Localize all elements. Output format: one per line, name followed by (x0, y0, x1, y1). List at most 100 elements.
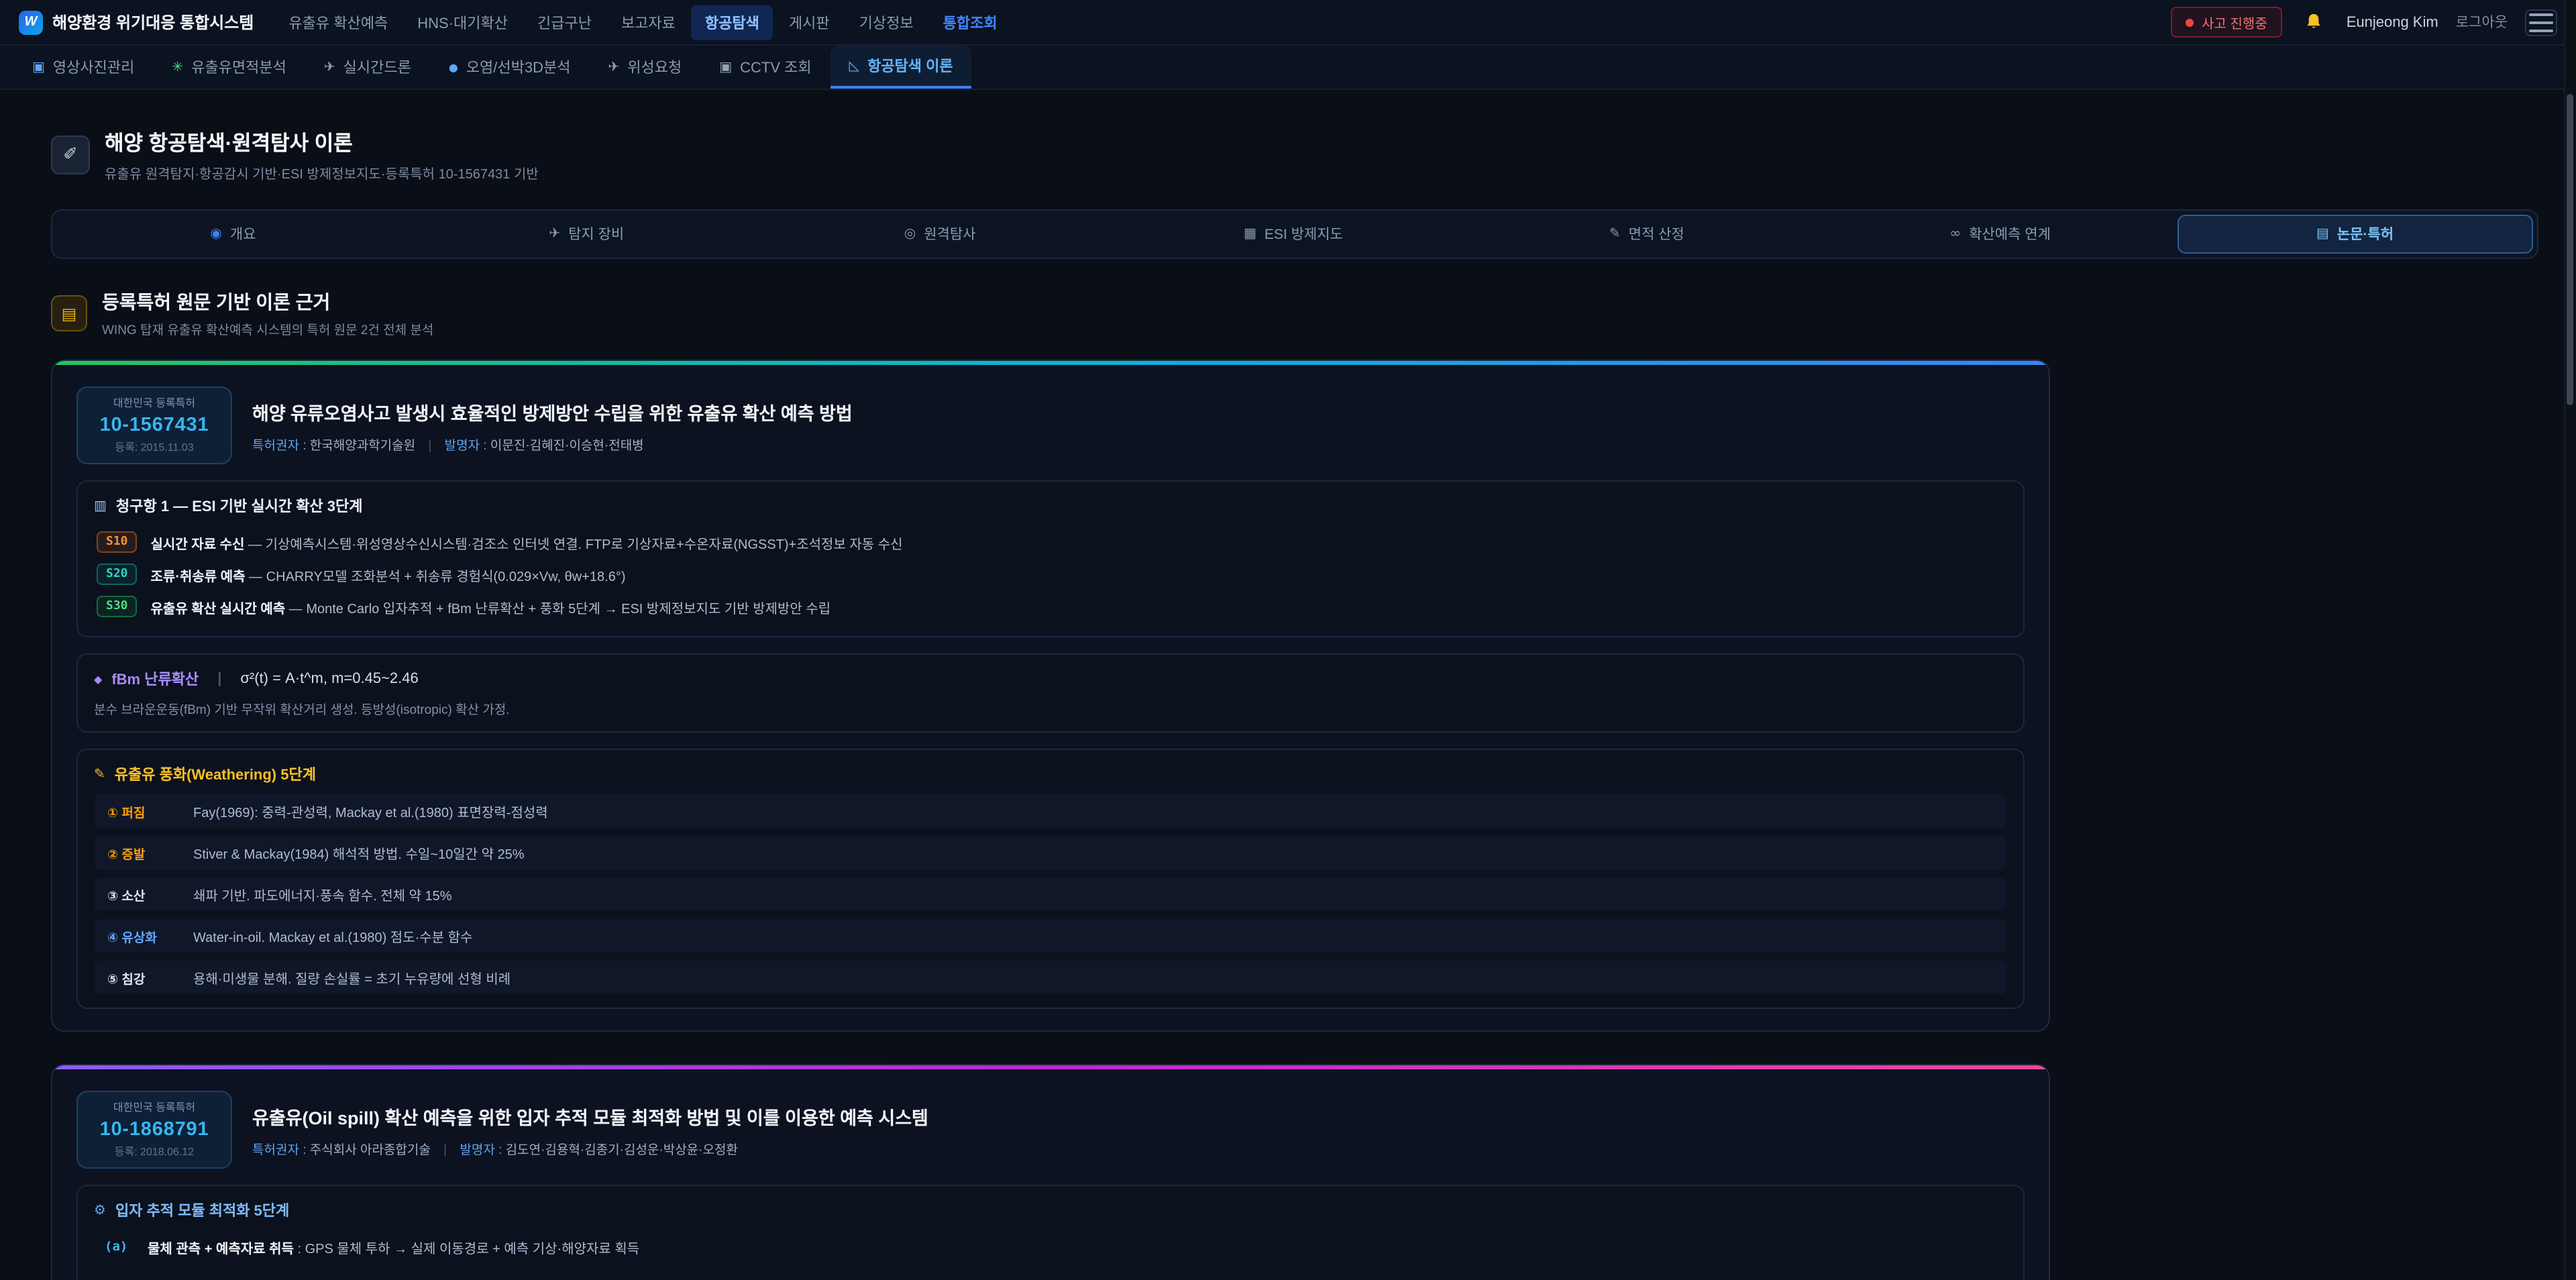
nav-item-reports[interactable]: 보고자료 (608, 5, 689, 40)
fbm-title: fBm 난류확산 (111, 668, 199, 690)
weathering-badge: ④ 유상화 (107, 926, 177, 945)
subtab-oil-area-analysis[interactable]: ✳ 유출유면적분석 (153, 46, 305, 89)
step-badge-s20: S20 (97, 564, 138, 585)
inventor-label: 발명자 : (445, 438, 487, 453)
fbm-box: ◆ fBm 난류확산 | σ²(t) = A·t^m, m=0.45~2.46 … (76, 653, 2025, 733)
fbm-description: 분수 브라운운동(fBm) 기반 무작위 확산거리 생성. 등방성(isotro… (94, 699, 2007, 718)
link-icon: ∞ (1949, 227, 1961, 242)
cctv-icon: ▣ (719, 60, 732, 74)
meta-divider: | (443, 1142, 447, 1157)
claims-title: 청구항 1 — ESI 기반 실시간 확산 3단계 (116, 495, 363, 517)
brand[interactable]: W 해양환경 위기대응 통합시스템 (19, 10, 254, 34)
nav-item-aerial-search[interactable]: 항공탐색 (692, 5, 773, 40)
tab-label: 논문·특허 (2337, 224, 2394, 244)
fbm-formula: σ²(t) = A·t^m, m=0.45~2.46 (240, 671, 418, 687)
owner-value: 한국해양과학기술원 (310, 438, 415, 453)
pencil-icon: ✎ (1609, 227, 1621, 242)
step-badge-a: (a) (105, 1240, 134, 1255)
app-viewport: W 해양환경 위기대응 통합시스템 유출유 확산예측 HNS·대기확산 긴급구난… (0, 0, 2576, 1280)
optimization-box: ⚙ 입자 추적 모듈 최적화 5단계 (a) 물체 관측 + 예측자료 취득 :… (76, 1185, 2025, 1280)
weathering-desc: Fay(1969): 중력-관성력, Mackay et al.(1980) 표… (193, 801, 548, 821)
tab-detection-equipment[interactable]: ✈ 탐지 장비 (410, 215, 763, 254)
weathering-badge: ③ 소산 (107, 885, 177, 904)
patent1-meta: 특허권자 : 한국해양과학기술원 | 발명자 : 이문진·김혜진·이승현·전태병 (252, 434, 853, 453)
subtab-aerial-search-theory[interactable]: ◺ 항공탐색 이론 (830, 46, 972, 89)
weathering-row: ⑤ 침강 용해·미생물 분해. 질량 손실률 = 초기 누유량에 선형 비례 (94, 961, 2007, 994)
claim-step-row: S10 실시간 자료 수신 — 기상예측시스템·위성영상수신시스템·검조소 인터… (94, 526, 2007, 558)
step-lead: 조류·취송류 예측 (151, 570, 246, 584)
tab-label: 탐지 장비 (568, 224, 624, 244)
claims-box: ▥ 청구항 1 — ESI 기반 실시간 확산 3단계 S10 실시간 자료 수… (76, 480, 2025, 637)
weathering-row: ④ 유상화 Water-in-oil. Mackay et al.(1980) … (94, 919, 2007, 953)
tab-label: 면적 산정 (1629, 224, 1684, 244)
claim-step-row: S30 유출유 확산 실시간 예측 — Monte Carlo 입자추적 + f… (94, 590, 2007, 623)
tab-diffusion-link[interactable]: ∞ 확산예측 연계 (1823, 215, 2177, 254)
tab-label: ESI 방제지도 (1265, 224, 1343, 244)
weathering-row: ① 퍼짐 Fay(1969): 중력-관성력, Mackay et al.(19… (94, 794, 2007, 828)
subtab-image-photo-management[interactable]: ▣ 영상사진관리 (13, 46, 153, 89)
logout-button[interactable]: 로그아웃 (2456, 12, 2508, 32)
section-header: ▤ 등록특허 원문 기반 이론 근거 WING 탑재 유출유 확산예측 시스템의… (51, 288, 2538, 338)
top-navbar: W 해양환경 위기대응 통합시스템 유출유 확산예측 HNS·대기확산 긴급구난… (0, 0, 2576, 46)
camera-icon: ▣ (32, 60, 45, 74)
weathering-badge: ② 증발 (107, 843, 177, 862)
patent-reg-date: 등록: 2018.06.12 (91, 1144, 217, 1159)
meta-divider: | (428, 438, 431, 453)
notification-bell-icon[interactable] (2300, 7, 2329, 37)
page-subtitle: 유출유 원격탐지·항공감시 기반·ESI 방제정보지도·등록특허 10-1567… (105, 162, 539, 182)
tab-area-calculation[interactable]: ✎ 면적 산정 (1470, 215, 1823, 254)
fbm-divider: | (217, 671, 221, 687)
inventor-value: 김도연·김용혁·김종기·김성운·박상윤·오정환 (506, 1142, 738, 1157)
incident-badge-label: 사고 진행중 (2202, 12, 2267, 32)
theory-tab-strip: ◉ 개요 ✈ 탐지 장비 ◎ 원격탐사 ▦ ESI 방제지도 ✎ 면적 산정 ∞… (51, 209, 2538, 259)
scrollbar[interactable] (2564, 0, 2576, 1280)
nav-item-emergency-rescue[interactable]: 긴급구난 (524, 5, 605, 40)
step-desc: : GPS 물체 투하 → 실제 이동경로 + 예측 기상·해양자료 획득 (297, 1242, 639, 1257)
ruler-icon: ◺ (849, 58, 859, 73)
main-content: ✐ 해양 항공탐색·원격탐사 이론 유출유 원격탐지·항공감시 기반·ESI 방… (0, 90, 2576, 1280)
section-subtitle: WING 탑재 유출유 확산예측 시스템의 특허 원문 2건 전체 분석 (102, 319, 433, 338)
incident-dot-icon (2186, 18, 2194, 26)
subtab-cctv-view[interactable]: ▣ CCTV 조회 (700, 46, 830, 89)
nav-item-board[interactable]: 게시판 (775, 5, 843, 40)
subtab-label: 유출유면적분석 (191, 56, 286, 78)
patent1-number-badge: 대한민국 등록특허 10-1567431 등록: 2015.11.03 (76, 386, 232, 464)
tab-remote-sensing[interactable]: ◎ 원격탐사 (763, 215, 1117, 254)
flower-icon: ✳ (172, 60, 183, 74)
nav-item-integrated-search[interactable]: 통합조회 (930, 5, 1011, 40)
subtab-label: 실시간드론 (343, 56, 411, 78)
nav-item-oil-spill-prediction[interactable]: 유출유 확산예측 (275, 5, 401, 40)
patent2-number-badge: 대한민국 등록특허 10-1868791 등록: 2018.06.12 (76, 1091, 232, 1169)
step-desc: — CHARRY모델 조화분석 + 취송류 경험식(0.029×Vw, θw+1… (249, 570, 625, 584)
nav-item-hns-diffusion[interactable]: HNS·대기확산 (404, 5, 521, 40)
tab-esi-map[interactable]: ▦ ESI 방제지도 (1117, 215, 1470, 254)
step-desc: — 기상예측시스템·위성영상수신시스템·검조소 인터넷 연결. FTP로 기상자… (248, 537, 903, 552)
sub-navbar: ▣ 영상사진관리 ✳ 유출유면적분석 ✈ 실시간드론 ● 오염/선박3D분석 ✈… (0, 46, 2576, 90)
subtab-label: 영상사진관리 (53, 56, 134, 78)
subtab-label: 항공탐색 이론 (867, 55, 953, 76)
diamond-icon: ◆ (94, 673, 102, 685)
subtab-realtime-drone[interactable]: ✈ 실시간드론 (305, 46, 430, 89)
tab-papers-patents[interactable]: ▤ 논문·특허 (2177, 215, 2533, 254)
patent1-title: 해양 유류오염사고 발생시 효율적인 방제방안 수립을 위한 유출유 확산 예측… (252, 398, 853, 425)
patent-number: 10-1868791 (91, 1119, 217, 1140)
nav-item-weather-info[interactable]: 기상정보 (846, 5, 927, 40)
page-title: 해양 항공탐색·원격탐사 이론 (105, 127, 539, 157)
subtab-pollution-ship-3d[interactable]: ● 오염/선박3D분석 (430, 46, 590, 89)
subtab-satellite-request[interactable]: ✈ 위성요청 (590, 46, 701, 89)
menu-icon[interactable] (2525, 9, 2557, 36)
user-name[interactable]: Eunjeong Kim (2347, 14, 2438, 30)
scrollbar-thumb[interactable] (2567, 94, 2573, 405)
drone-icon: ✈ (324, 60, 335, 74)
subtab-label: 오염/선박3D분석 (466, 56, 571, 78)
weathering-row: ③ 소산 쇄파 기반. 파도에너지·풍속 함수. 전체 약 15% (94, 877, 2007, 911)
pen-document-icon: ✐ (51, 136, 90, 174)
pencil-icon: ✎ (94, 767, 105, 782)
incident-status-badge[interactable]: 사고 진행중 (2171, 7, 2282, 38)
weathering-box: ✎ 유출유 풍화(Weathering) 5단계 ① 퍼짐 Fay(1969):… (76, 749, 2025, 1009)
claim-step-row: S20 조류·취송류 예측 — CHARRY모델 조화분석 + 취송류 경험식(… (94, 558, 2007, 590)
tab-overview[interactable]: ◉ 개요 (56, 215, 410, 254)
tab-label: 확산예측 연계 (1969, 224, 2051, 244)
tab-label: 원격탐사 (924, 224, 975, 244)
patent1-header: 대한민국 등록특허 10-1567431 등록: 2015.11.03 해양 유… (76, 386, 2025, 464)
